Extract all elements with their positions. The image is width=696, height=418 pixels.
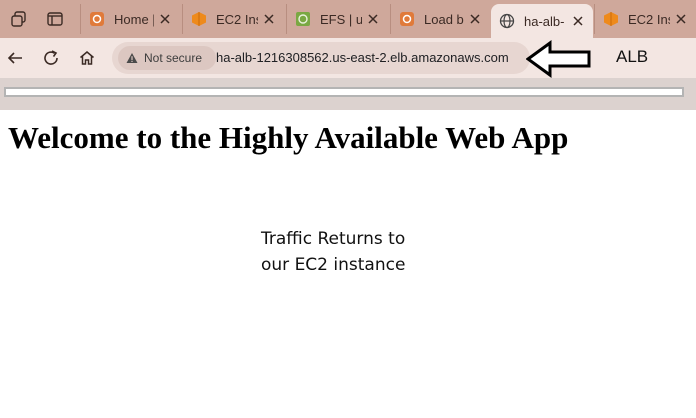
address-bar[interactable]: Not secure ha-alb-1216308562.us-east-2.e… — [112, 42, 530, 74]
tab-label: ha-alb- — [524, 13, 565, 29]
close-icon[interactable] — [366, 13, 380, 25]
alb-annotation-label: ALB — [616, 47, 649, 66]
globe-icon — [499, 13, 515, 29]
tab-label: Home | — [114, 11, 154, 27]
tab-strip: Home | EC2 Inst EFS | us Load ba — [0, 0, 696, 38]
aws-console-favicon-icon — [89, 11, 105, 27]
url-text[interactable]: ha-alb-1216308562.us-east-2.elb.amazonaw… — [216, 50, 509, 65]
caption-line: our EC2 instance — [261, 255, 406, 275]
security-indicator[interactable]: Not secure — [118, 46, 216, 70]
home-icon[interactable] — [76, 47, 98, 69]
caption-line: Traffic Returns to — [261, 229, 406, 249]
tab-label: EFS | us — [320, 11, 362, 27]
tab-efs[interactable]: EFS | us — [286, 4, 388, 34]
left-arrow-icon — [525, 40, 592, 83]
reload-icon[interactable] — [40, 47, 62, 69]
back-arrow-icon[interactable] — [4, 47, 26, 69]
web-page-content: Welcome to the Highly Available Web App … — [0, 110, 696, 418]
ec2-favicon-icon — [191, 11, 207, 27]
vertical-tabs-icon[interactable] — [44, 8, 66, 30]
warning-triangle-icon — [126, 52, 138, 64]
tab-ec2-instances[interactable]: EC2 Inst — [182, 4, 284, 34]
tab-label: EC2 Inst — [628, 11, 670, 27]
browser-toolbar: Not secure ha-alb-1216308562.us-east-2.e… — [0, 38, 696, 78]
tab-label: EC2 Inst — [216, 11, 258, 27]
close-icon[interactable] — [571, 15, 585, 27]
ec2-favicon-icon — [603, 11, 619, 27]
close-icon[interactable] — [468, 13, 482, 25]
workspaces-icon[interactable] — [8, 8, 30, 30]
tab-load-balancers[interactable]: Load ba — [390, 4, 490, 34]
load-balancer-favicon-icon — [399, 11, 415, 27]
close-icon[interactable] — [158, 13, 172, 25]
efs-favicon-icon — [295, 11, 311, 27]
tab-ec2-instances-2[interactable]: EC2 Inst — [594, 4, 696, 34]
tab-ha-alb-active[interactable]: ha-alb- — [491, 4, 593, 38]
close-icon[interactable] — [674, 13, 688, 25]
bookmarks-bar-empty — [4, 87, 684, 97]
page-heading: Welcome to the Highly Available Web App — [8, 120, 569, 155]
security-label: Not secure — [144, 51, 203, 65]
tab-label: Load ba — [424, 11, 464, 27]
tab-home[interactable]: Home | — [80, 4, 180, 34]
annotation-caption: Traffic Returns to our EC2 instance — [261, 226, 405, 278]
bookmarks-bar — [0, 78, 696, 110]
close-icon[interactable] — [262, 13, 276, 25]
